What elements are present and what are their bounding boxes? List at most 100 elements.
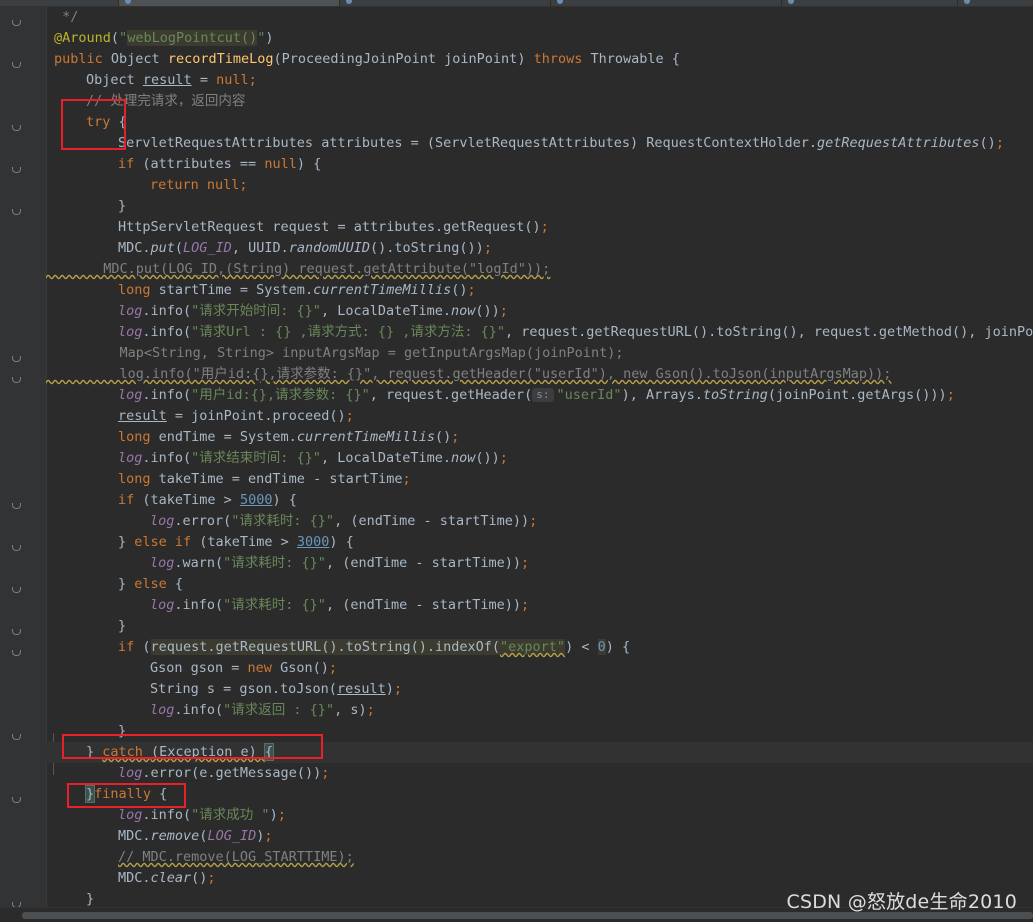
code-line[interactable]: log.info("请求耗时: {}", (endTime - startTim… [46, 595, 1033, 616]
fold-start-icon[interactable] [12, 125, 21, 132]
code-token: ; [239, 177, 248, 193]
code-line[interactable]: return null; [46, 175, 1033, 196]
code-line[interactable]: long takeTime = endTime - startTime; [46, 469, 1033, 490]
code-token: log [118, 807, 143, 823]
code-line[interactable]: @Around("webLogPointcut()") [46, 28, 1033, 49]
code-line[interactable]: ServletRequestAttributes attributes = (S… [46, 133, 1033, 154]
code-token: .error(e.getMessage()) [142, 765, 322, 781]
code-line[interactable]: try { [46, 112, 1033, 133]
editor-tab[interactable] [340, 0, 551, 6]
code-token: ; [467, 282, 476, 298]
code-token: Gson() [280, 660, 329, 676]
code-line[interactable]: log.info("请求结束时间: {}", LocalDateTime.now… [46, 448, 1033, 469]
code-line[interactable]: long startTime = System.currentTimeMilli… [46, 280, 1033, 301]
code-token: request.getRequestURL().toString().index… [150, 639, 501, 655]
fold-start-icon[interactable] [12, 545, 21, 552]
code-line[interactable]: // MDC.remove(LOG_STARTTIME); [46, 847, 1033, 868]
code-line[interactable]: */ [46, 7, 1033, 28]
code-line[interactable]: Object result = null; [46, 70, 1033, 91]
editor-gutter[interactable] [0, 7, 47, 908]
editor-tab-active[interactable] [119, 0, 340, 6]
code-token: ; [499, 450, 508, 466]
editor-tab[interactable] [958, 0, 1033, 6]
code-token: () [979, 135, 996, 151]
fold-start-icon[interactable] [12, 356, 21, 363]
code-line[interactable]: result = joinPoint.proceed(); [46, 406, 1033, 427]
code-line[interactable]: public Object recordTimeLog(ProceedingJo… [46, 49, 1033, 70]
code-token: "请求结束时间: {}" [191, 450, 321, 466]
code-token: ; [366, 702, 375, 718]
fold-end-icon[interactable] [12, 734, 21, 741]
code-token: */ [54, 9, 79, 25]
code-token: Object [110, 51, 168, 67]
code-token: .info( [174, 702, 224, 718]
code-line[interactable]: Gson gson = new Gson(); [46, 658, 1033, 679]
file-icon [788, 0, 794, 4]
code-line[interactable]: log.error("请求耗时: {}", (endTime - startTi… [46, 511, 1033, 532]
fold-end-icon[interactable] [12, 377, 21, 384]
code-token: ; [521, 597, 530, 613]
editor-tab-bar[interactable] [0, 0, 1033, 7]
code-token: , (endTime - startTime)) [334, 513, 530, 529]
code-token: String s = gson.toJson( [150, 681, 337, 697]
code-line[interactable]: MDC.put(LOG_ID, UUID.randomUUID().toStri… [46, 238, 1033, 259]
fold-end-icon[interactable] [12, 209, 21, 216]
code-token: "请求成功 " [191, 807, 270, 823]
code-line[interactable]: log.error(e.getMessage()); [46, 763, 1033, 784]
code-editor[interactable]: */@Around("webLogPointcut()") public Obje… [46, 7, 1033, 908]
code-line[interactable]: } else if (takeTime > 3000) { [46, 532, 1033, 553]
code-line[interactable]: if (attributes == null) { [46, 154, 1033, 175]
code-token: .info( [142, 450, 192, 466]
code-token: throws [533, 51, 591, 67]
code-line[interactable]: } [46, 196, 1033, 217]
code-line[interactable]: // Map<String, String> inputArgsMap = ge… [46, 343, 1033, 364]
code-token: .warn( [174, 555, 224, 571]
code-token: .info( [142, 303, 192, 319]
code-line[interactable]: log.info("请求开始时间: {}", LocalDateTime.now… [46, 301, 1033, 322]
code-line[interactable]: // log.info("用户id:{},请求参数: {}", request.… [46, 364, 1033, 385]
fold-start-icon[interactable] [12, 587, 21, 594]
code-token: HttpServletRequest request = attributes.… [118, 219, 541, 235]
code-line[interactable]: log.warn("请求耗时: {}", (endTime - startTim… [46, 553, 1033, 574]
code-token: ) { [272, 492, 297, 508]
fold-start-icon[interactable] [12, 167, 21, 174]
code-token: "请求耗时: {}" [223, 555, 326, 571]
code-token: clear [150, 870, 192, 886]
code-line[interactable]: if (request.getRequestURL().toString().i… [46, 637, 1033, 658]
code-line[interactable]: String s = gson.toJson(result); [46, 679, 1033, 700]
code-token: LOG_ID [183, 240, 232, 256]
code-line[interactable]: HttpServletRequest request = attributes.… [46, 217, 1033, 238]
code-line[interactable]: // 处理完请求，返回内容 [46, 91, 1033, 112]
editor-tab[interactable] [0, 0, 119, 6]
code-line[interactable]: log.info("用户id:{},请求参数: {}", request.get… [46, 385, 1033, 406]
code-token: log [118, 303, 143, 319]
fold-start-icon[interactable] [12, 650, 21, 657]
code-token: log [150, 555, 175, 571]
code-token: .error( [174, 513, 232, 529]
editor-tab[interactable] [551, 0, 782, 6]
code-token: long [118, 471, 159, 487]
code-line[interactable]: MDC.remove(LOG_ID); [46, 826, 1033, 847]
code-token: Object [86, 72, 143, 88]
code-line[interactable]: // MDC.put(LOG_ID,(String) request.getAt… [46, 259, 1033, 280]
code-line[interactable]: log.info("请求成功 "); [46, 805, 1033, 826]
fold-end-icon[interactable] [12, 629, 21, 636]
code-token: Gson gson = [150, 660, 248, 676]
code-token: ( [110, 30, 120, 46]
code-line[interactable]: }finally { [46, 784, 1033, 805]
editor-tab[interactable] [782, 0, 958, 6]
fold-end-icon[interactable] [12, 20, 21, 27]
code-line[interactable]: } [46, 616, 1033, 637]
code-line[interactable]: MDC.clear(); [46, 868, 1033, 889]
code-line[interactable]: log.info("请求Url : {} ,请求方式: {} ,请求方法: {}… [46, 322, 1033, 343]
fold-start-icon[interactable] [12, 797, 21, 804]
fold-start-icon[interactable] [12, 62, 21, 69]
code-token: public [54, 51, 111, 67]
fold-start-icon[interactable] [12, 503, 21, 510]
code-token: recordTimeLog [167, 51, 274, 67]
code-token: long [118, 282, 159, 298]
code-line[interactable]: log.info("请求返回 : {}", s); [46, 700, 1033, 721]
code-line[interactable]: long endTime = System.currentTimeMillis(… [46, 427, 1033, 448]
code-line[interactable]: if (takeTime > 5000) { [46, 490, 1033, 511]
code-line[interactable]: } else { [46, 574, 1033, 595]
